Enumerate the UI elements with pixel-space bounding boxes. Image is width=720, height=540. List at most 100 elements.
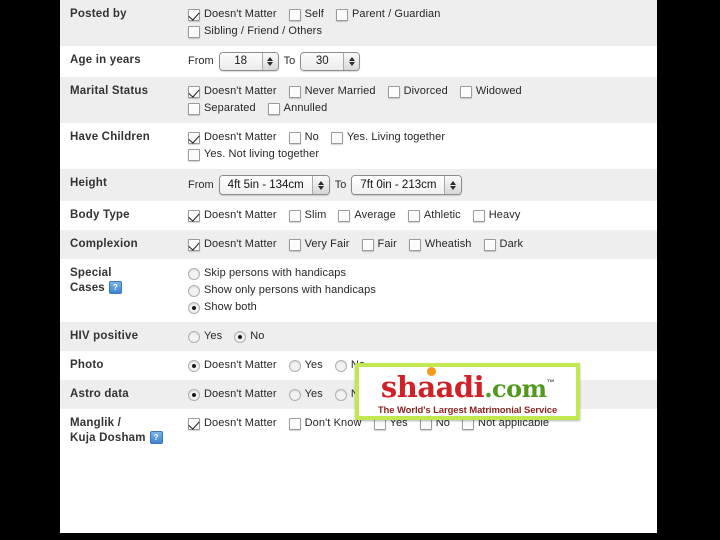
radio-option[interactable]: Skip persons with handicaps — [188, 265, 346, 282]
checkbox-checked-icon[interactable] — [188, 209, 200, 222]
checkbox-icon[interactable] — [288, 417, 301, 430]
radio-selected-icon[interactable] — [188, 388, 200, 401]
checkbox-option[interactable]: No — [288, 129, 319, 146]
height-to-value[interactable]: 7ft 0in - 213cm — [352, 176, 445, 194]
age-to-stepper[interactable]: 30 — [300, 52, 361, 71]
checkbox-option[interactable]: Annulled — [267, 100, 328, 117]
checkbox-icon[interactable] — [288, 209, 301, 222]
checkbox-icon[interactable] — [288, 131, 301, 144]
checkbox-option[interactable]: Doesn't Matter — [188, 83, 277, 100]
checkbox-option[interactable]: Very Fair — [288, 236, 350, 253]
checkbox-option[interactable]: Divorced — [387, 83, 448, 100]
checkbox-checked-icon[interactable] — [188, 131, 200, 144]
radio-icon[interactable] — [334, 359, 347, 372]
radio-option[interactable]: Doesn't Matter — [188, 386, 277, 403]
radio-selected-icon[interactable] — [188, 359, 200, 372]
checkbox-option[interactable]: Separated — [188, 100, 256, 117]
checkbox-option[interactable]: Don't Know — [288, 415, 362, 432]
checkbox-icon[interactable] — [330, 131, 343, 144]
checkbox-option[interactable]: Yes. Living together — [330, 129, 445, 146]
radio-icon[interactable] — [188, 330, 200, 343]
option-label: Annulled — [283, 102, 328, 114]
checkbox-icon[interactable] — [335, 8, 348, 21]
checkbox-icon[interactable] — [288, 85, 301, 98]
checkbox-icon[interactable] — [483, 238, 496, 251]
age-to-value[interactable]: 30 — [301, 53, 344, 70]
checkbox-icon[interactable] — [288, 238, 301, 251]
checkbox-icon[interactable] — [387, 85, 400, 98]
option-label: Doesn't Matter — [204, 209, 277, 221]
select-arrows-icon[interactable] — [444, 176, 462, 194]
option-label: Dark — [499, 238, 524, 250]
select-arrows-icon[interactable] — [311, 176, 329, 194]
from-label: From — [188, 178, 214, 191]
row-fields: Doesn't Matter Slim Average Athletic Heavy — [178, 207, 657, 224]
checkbox-option[interactable]: Wheatish — [408, 236, 472, 253]
checkbox-option[interactable]: Dark — [483, 236, 524, 253]
radio-icon[interactable] — [188, 267, 200, 280]
checkbox-option[interactable]: Heavy — [472, 207, 521, 224]
checkbox-icon[interactable] — [361, 238, 374, 251]
checkbox-icon[interactable] — [267, 102, 280, 115]
checkbox-checked-icon[interactable] — [188, 238, 200, 251]
checkbox-option[interactable]: Doesn't Matter — [188, 415, 277, 432]
radio-option[interactable]: Show only persons with handicaps — [188, 282, 376, 299]
radio-icon[interactable] — [288, 359, 301, 372]
checkbox-option[interactable]: Average — [338, 207, 396, 224]
checkbox-option[interactable]: Widowed — [459, 83, 522, 100]
checkbox-checked-icon[interactable] — [188, 85, 200, 98]
range-control-line: From 4ft 5in - 134cm To 7ft 0in - 213cm — [188, 175, 657, 195]
height-from-value[interactable]: 4ft 5in - 134cm — [219, 176, 312, 194]
radio-option[interactable]: Yes — [188, 328, 222, 345]
checkbox-icon[interactable] — [188, 102, 200, 115]
radio-selected-icon[interactable] — [188, 301, 200, 314]
radio-icon[interactable] — [188, 284, 200, 297]
radio-option[interactable]: Doesn't Matter — [188, 357, 277, 374]
checkbox-option[interactable]: Yes. Not living together — [188, 146, 319, 163]
radio-icon[interactable] — [334, 388, 347, 401]
checkbox-option[interactable]: Doesn't Matter — [188, 6, 277, 23]
checkbox-option[interactable]: Doesn't Matter — [188, 236, 277, 253]
option-label: Wheatish — [424, 238, 472, 250]
radio-option[interactable]: Yes — [288, 386, 323, 403]
age-from-stepper[interactable]: 18 — [218, 52, 279, 71]
checkbox-icon[interactable] — [407, 209, 420, 222]
checkbox-checked-icon[interactable] — [188, 8, 200, 21]
age-from-value[interactable]: 18 — [219, 53, 262, 70]
option-label: Divorced — [403, 85, 448, 97]
preference-row: Marital Status Doesn't Matter Never Marrie… — [60, 77, 657, 123]
checkbox-option[interactable]: Doesn't Matter — [188, 207, 277, 224]
checkbox-checked-icon[interactable] — [188, 417, 200, 430]
radio-option[interactable]: Yes — [288, 357, 323, 374]
checkbox-icon[interactable] — [188, 148, 200, 161]
option-label: Slim — [304, 209, 327, 221]
checkbox-icon[interactable] — [188, 25, 200, 38]
option-label: Doesn't Matter — [204, 388, 277, 400]
logo-brand-text: shaadi.com™ — [381, 366, 555, 404]
radio-icon[interactable] — [288, 388, 301, 401]
checkbox-option[interactable]: Fair — [361, 236, 397, 253]
checkbox-option[interactable]: Athletic — [407, 207, 461, 224]
range-control-line: From 18 To 30 — [188, 52, 657, 71]
checkbox-option[interactable]: Sibling / Friend / Others — [188, 23, 322, 40]
help-icon[interactable]: ? — [149, 431, 163, 444]
checkbox-icon[interactable] — [459, 85, 472, 98]
checkbox-icon[interactable] — [408, 238, 421, 251]
checkbox-icon[interactable] — [288, 8, 301, 21]
radio-option[interactable]: Show both — [188, 299, 257, 316]
checkbox-icon[interactable] — [472, 209, 485, 222]
checkbox-option[interactable]: Self — [288, 6, 324, 23]
stepper-arrows-icon[interactable] — [343, 53, 360, 70]
checkbox-option[interactable]: Never Married — [288, 83, 376, 100]
help-icon[interactable]: ? — [108, 281, 122, 294]
radio-selected-icon[interactable] — [234, 330, 247, 343]
radio-option[interactable]: No — [234, 328, 264, 345]
checkbox-option[interactable]: Doesn't Matter — [188, 129, 277, 146]
row-label-marital-status: Marital Status — [70, 83, 178, 99]
height-from-select[interactable]: 4ft 5in - 134cm — [218, 175, 330, 195]
checkbox-option[interactable]: Slim — [288, 207, 327, 224]
checkbox-icon[interactable] — [338, 209, 351, 222]
stepper-arrows-icon[interactable] — [261, 53, 278, 70]
height-to-select[interactable]: 7ft 0in - 213cm — [351, 175, 463, 195]
checkbox-option[interactable]: Parent / Guardian — [335, 6, 441, 23]
